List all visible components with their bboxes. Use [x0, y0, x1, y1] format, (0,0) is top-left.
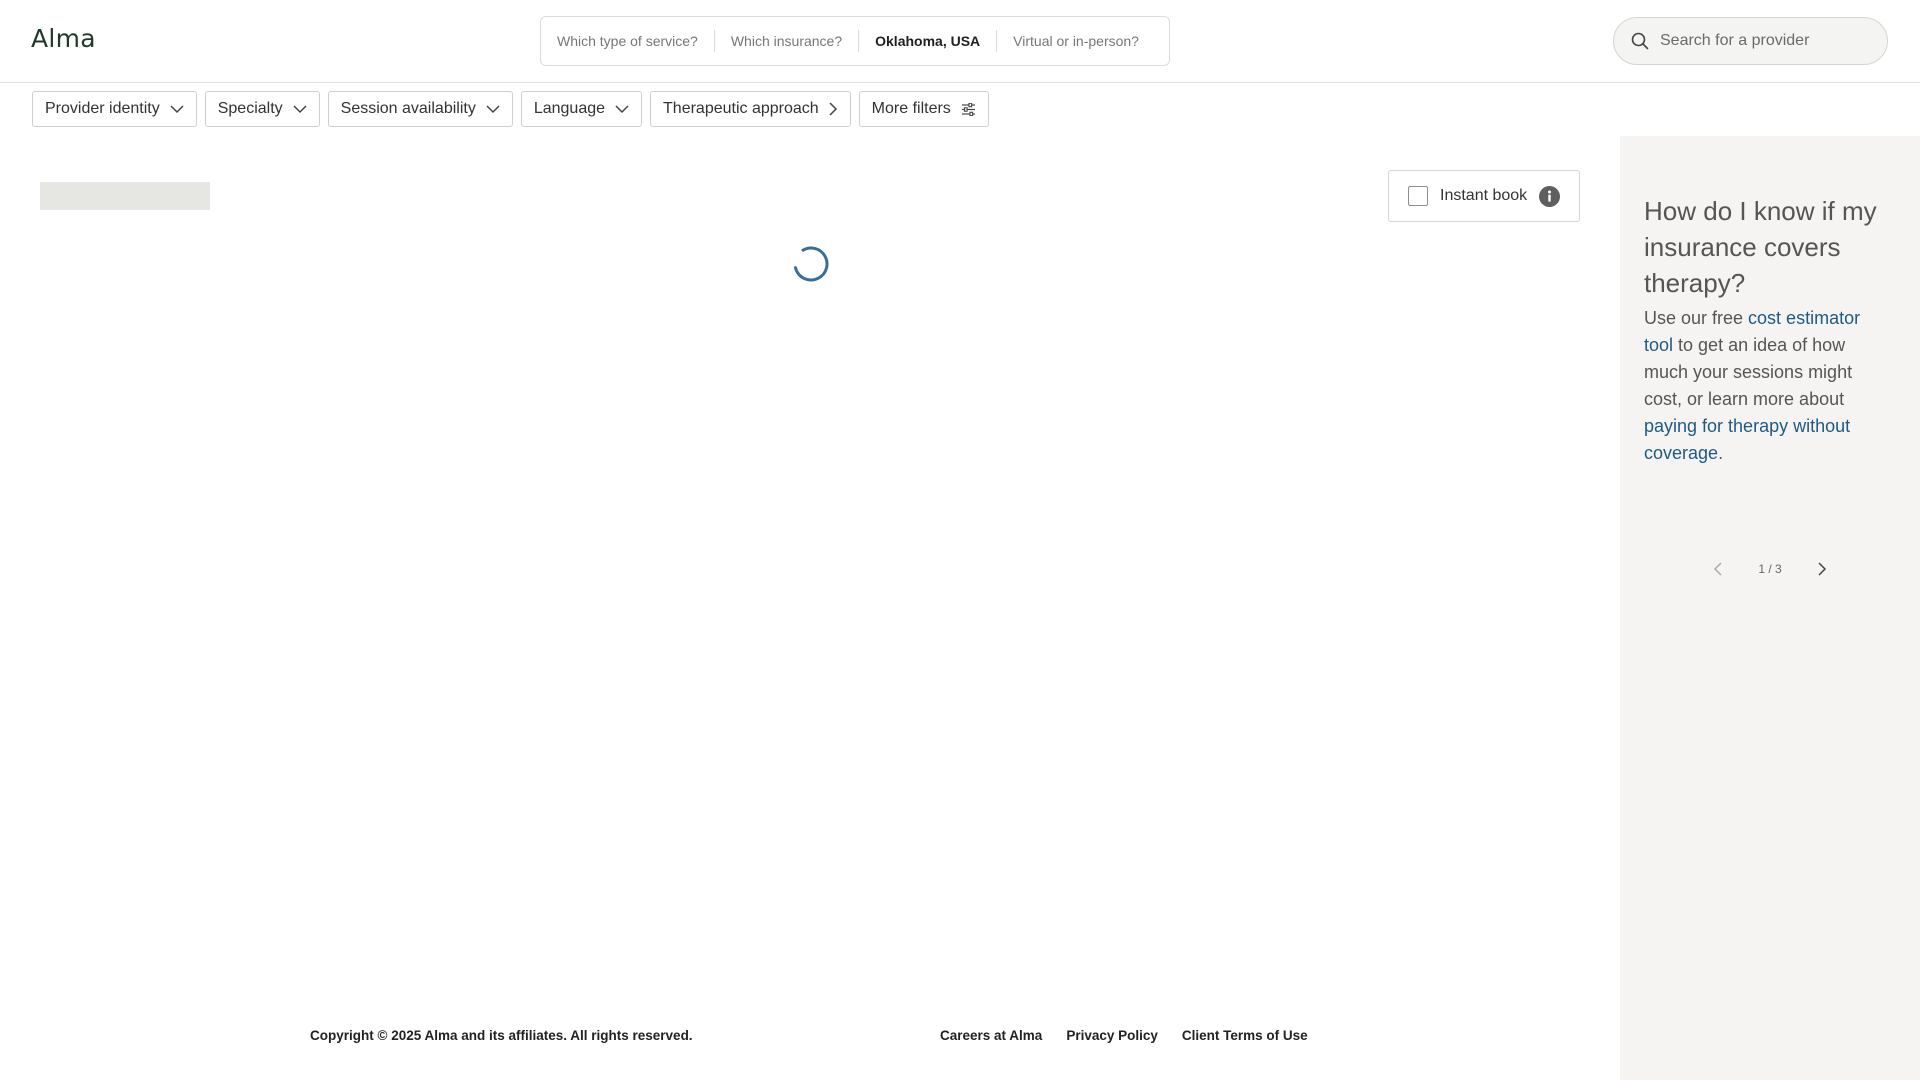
top-header: Alma Which type of service? Which insura… [0, 0, 1920, 83]
session-mode-segment[interactable]: Virtual or in-person? [997, 30, 1155, 52]
instant-book-checkbox[interactable] [1408, 186, 1428, 206]
tip-title: How do I know if my insurance covers the… [1644, 196, 1877, 298]
search-segment-bar: Which type of service? Which insurance? … [540, 16, 1170, 66]
filter-label: Provider identity [45, 100, 160, 117]
info-icon[interactable] [1539, 185, 1561, 207]
tip-text: . [1718, 443, 1724, 463]
previous-tip-button[interactable] [1702, 554, 1732, 584]
location-segment[interactable]: Oklahoma, USA [859, 30, 998, 52]
insurance-segment[interactable]: Which insurance? [715, 30, 860, 52]
chevron-down-icon [486, 104, 500, 114]
filter-label: Language [533, 100, 606, 117]
provider-search-box[interactable] [1613, 17, 1888, 65]
loading-spinner [791, 244, 831, 284]
instant-book-label: Instant book [1440, 187, 1528, 204]
search-icon [1630, 31, 1650, 51]
chevron-down-icon [615, 104, 629, 114]
next-tip-button[interactable] [1808, 554, 1838, 584]
privacy-policy-link[interactable]: Privacy Policy [1066, 1028, 1158, 1043]
filter-bar: Provider identity Specialty Session avai… [0, 84, 1920, 136]
provider-identity-filter[interactable]: Provider identity [32, 91, 197, 127]
chevron-down-icon [170, 104, 184, 114]
chevron-right-icon [829, 102, 838, 116]
tips-sidebar: How do I know if my insurance covers the… [1620, 136, 1920, 1080]
tip-text: to get an idea of how much your sessions… [1644, 335, 1853, 409]
tip-card: How do I know if my insurance covers the… [1644, 193, 1894, 467]
sliders-icon [961, 102, 976, 116]
careers-link[interactable]: Careers at Alma [940, 1028, 1042, 1043]
alma-logo[interactable]: Alma [31, 24, 96, 53]
results-panel: Instant book Copyright © 2025 Alma and i… [0, 136, 1620, 1080]
page-footer: Copyright © 2025 Alma and its affiliates… [0, 1028, 1620, 1058]
results-count-skeleton [40, 182, 210, 210]
tip-text: Use our free [1644, 308, 1749, 328]
filter-label: Session availability [340, 100, 476, 117]
provider-search-input[interactable] [1660, 32, 1880, 50]
footer-links: Careers at Alma Privacy Policy Client Te… [940, 1028, 1308, 1043]
more-filters-button[interactable]: More filters [858, 91, 989, 127]
filter-label: Specialty [217, 100, 283, 117]
chevron-down-icon [293, 104, 307, 114]
copyright-text: Copyright © 2025 Alma and its affiliates… [310, 1028, 693, 1043]
chevron-right-icon [1818, 562, 1827, 576]
session-availability-filter[interactable]: Session availability [327, 91, 513, 127]
instant-book-toggle[interactable]: Instant book [1388, 170, 1580, 222]
service-type-segment[interactable]: Which type of service? [541, 30, 715, 52]
tip-pager: 1 / 3 [1620, 554, 1920, 584]
language-filter[interactable]: Language [520, 91, 643, 127]
client-terms-link[interactable]: Client Terms of Use [1182, 1028, 1308, 1043]
therapeutic-approach-filter[interactable]: Therapeutic approach [650, 91, 851, 127]
filter-label: Therapeutic approach [663, 100, 819, 117]
tip-page-count: 1 / 3 [1758, 562, 1782, 576]
specialty-filter[interactable]: Specialty [204, 91, 320, 127]
paying-without-coverage-link[interactable]: paying for therapy without coverage [1644, 416, 1850, 463]
chevron-left-icon [1713, 562, 1722, 576]
tip-body: Use our free cost estimator tool to get … [1644, 305, 1894, 467]
filter-label: More filters [871, 100, 951, 117]
